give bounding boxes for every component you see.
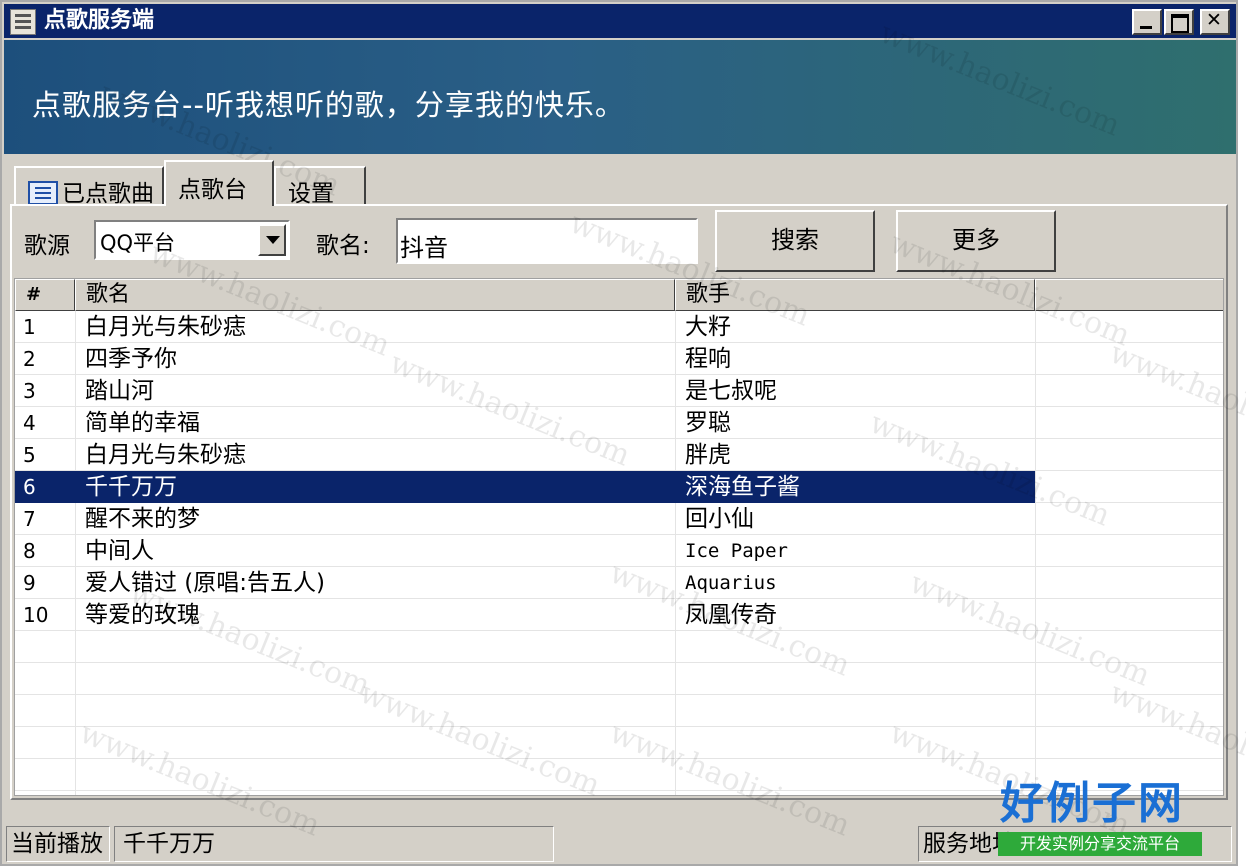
logo-subtitle: 开发实例分享交流平台: [998, 832, 1202, 856]
tab-label: 点歌台: [178, 177, 247, 203]
song-name-cell: 中间人: [85, 538, 154, 564]
song-table[interactable]: # 歌名 歌手 1 白月光与朱砂痣 大籽 2 四季予你 程响 3 踏山河 是七叔呢 4 简单的幸福 罗…: [14, 278, 1224, 796]
now-playing-value: 千千万万: [114, 826, 554, 862]
song-name-cell: 爱人错过 (原唱:告五人): [85, 570, 326, 596]
table-header: # 歌名 歌手: [15, 279, 1223, 311]
table-row[interactable]: 5 白月光与朱砂痣 胖虎: [15, 439, 1223, 471]
app-icon: [10, 9, 36, 35]
singer-cell: 是七叔呢: [685, 378, 777, 404]
table-row[interactable]: 2 四季予你 程响: [15, 343, 1223, 375]
singer-cell: 程响: [685, 346, 731, 372]
song-name-cell: 千千万万: [85, 474, 177, 500]
table-row[interactable]: 4 简单的幸福 罗聪: [15, 407, 1223, 439]
chevron-down-icon[interactable]: [258, 224, 286, 256]
table-row[interactable]: 1 白月光与朱砂痣 大籽: [15, 311, 1223, 343]
table-body: 1 白月光与朱砂痣 大籽 2 四季予你 程响 3 踏山河 是七叔呢 4 简单的幸福 罗聪 5 白月光与朱砂…: [15, 311, 1223, 791]
table-row[interactable]: 8 中间人 Ice Paper: [15, 535, 1223, 567]
singer-cell: 罗聪: [685, 410, 731, 436]
singer-cell: 胖虎: [685, 442, 731, 468]
table-row[interactable]: [15, 663, 1223, 695]
main-window: 点歌服务端 点歌服务台--听我想听的歌，分享我的快乐。 已点歌曲 点歌台 设置 …: [0, 0, 1246, 866]
list-icon: [28, 181, 58, 205]
source-select[interactable]: QQ平台: [94, 220, 290, 260]
header-banner: 点歌服务台--听我想听的歌，分享我的快乐。: [4, 40, 1236, 154]
maximize-button[interactable]: [1164, 9, 1194, 35]
table-row[interactable]: [15, 631, 1223, 663]
tab-settings[interactable]: 设置: [274, 166, 366, 207]
song-name-cell: 醒不来的梦: [85, 506, 200, 532]
row-number: 8: [23, 539, 36, 563]
song-name-cell: 踏山河: [85, 378, 154, 404]
source-label: 歌源: [24, 233, 70, 259]
song-name-input[interactable]: 抖音: [396, 218, 698, 264]
table-row[interactable]: 9 爱人错过 (原唱:告五人) Aquarius: [15, 567, 1223, 599]
column-header-extra[interactable]: [1035, 279, 1223, 311]
banner-slogan: 点歌服务台--听我想听的歌，分享我的快乐。: [32, 88, 625, 122]
row-number: 5: [23, 443, 36, 467]
row-number: 10: [23, 603, 49, 627]
song-name-cell: 简单的幸福: [85, 410, 200, 436]
title-bar[interactable]: 点歌服务端: [4, 4, 1236, 38]
column-header-singer[interactable]: 歌手: [675, 279, 1035, 311]
source-value: QQ平台: [100, 231, 176, 255]
singer-cell: 回小仙: [685, 506, 754, 532]
more-button[interactable]: 更多: [896, 210, 1056, 272]
row-number: 7: [23, 507, 36, 531]
song-name-cell: 白月光与朱砂痣: [85, 442, 246, 468]
singer-cell: 大籽: [685, 314, 731, 340]
logo-title: 好例子网: [1000, 778, 1184, 829]
song-name-cell: 等爱的玫瑰: [85, 602, 200, 628]
site-logo: 好例子网 开发实例分享交流平台: [998, 778, 1206, 860]
now-playing-label: 当前播放: [6, 826, 110, 862]
song-name-cell: 白月光与朱砂痣: [85, 314, 246, 340]
close-button[interactable]: [1200, 9, 1230, 35]
singer-cell: 深海鱼子酱: [685, 474, 800, 500]
song-name-cell: 四季予你: [85, 346, 177, 372]
table-row[interactable]: 3 踏山河 是七叔呢: [15, 375, 1223, 407]
song-name-label: 歌名:: [316, 233, 370, 259]
row-number: 3: [23, 379, 36, 403]
row-number: 6: [23, 475, 36, 499]
search-button[interactable]: 搜索: [715, 210, 875, 272]
column-header-number[interactable]: #: [15, 279, 75, 311]
row-number: 2: [23, 347, 36, 371]
table-row[interactable]: [15, 727, 1223, 759]
tab-request-desk[interactable]: 点歌台: [164, 160, 274, 206]
row-number: 1: [23, 315, 36, 339]
table-row[interactable]: 7 醒不来的梦 回小仙: [15, 503, 1223, 535]
row-number: 9: [23, 571, 36, 595]
table-row[interactable]: 6 千千万万 深海鱼子酱: [15, 471, 1223, 503]
window-title: 点歌服务端: [44, 8, 155, 33]
singer-cell: Aquarius: [685, 572, 777, 594]
table-row[interactable]: 10 等爱的玫瑰 凤凰传奇: [15, 599, 1223, 631]
minimize-button[interactable]: [1132, 9, 1162, 35]
column-header-song[interactable]: 歌名: [75, 279, 675, 311]
tab-requested-songs[interactable]: 已点歌曲: [14, 166, 164, 207]
singer-cell: 凤凰传奇: [685, 602, 777, 628]
singer-cell: Ice Paper: [685, 540, 788, 562]
row-number: 4: [23, 411, 36, 435]
table-row[interactable]: [15, 695, 1223, 727]
